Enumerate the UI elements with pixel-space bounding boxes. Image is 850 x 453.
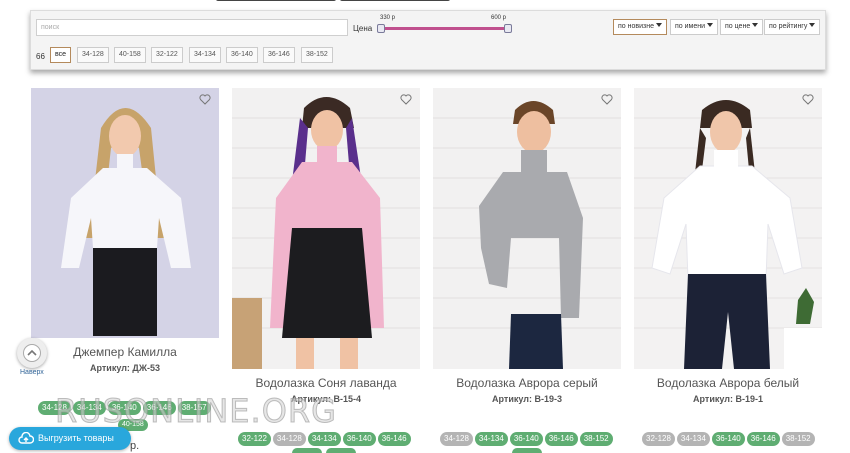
product-sizes: 32-128 34-134 36-140 36-146 38-152 xyxy=(642,432,815,446)
caret-down-icon xyxy=(707,23,714,27)
heart-icon[interactable] xyxy=(199,94,211,105)
size-filter-32-122[interactable]: 32-122 xyxy=(151,47,183,63)
filter-panel: Цена 330 р 600 р по новизне по имени по … xyxy=(30,10,826,70)
price-max-handle[interactable] xyxy=(504,24,512,33)
size-badge: 36-140 xyxy=(509,432,543,446)
size-badge: 34-128 xyxy=(272,432,306,446)
product-card[interactable]: Водолазка Аврора белый Артикул: В-19-1 3… xyxy=(634,88,822,453)
size-badge: 36-140 xyxy=(342,432,376,446)
export-products-button[interactable]: Выгрузить товары xyxy=(9,427,131,450)
size-badge: 38-152 xyxy=(781,432,815,446)
price-min-value: 330 р xyxy=(380,15,396,21)
chevron-up-icon xyxy=(23,344,41,362)
size-filter-40-158[interactable]: 40-158 xyxy=(114,47,146,63)
size-badge: 36-146 xyxy=(544,432,578,446)
sort-by-price[interactable]: по цене xyxy=(720,19,764,35)
product-sizes: 32-122 34-128 34-134 36-140 36-146 xyxy=(238,432,411,446)
product-sku: Артикул: В-19-1 xyxy=(693,394,763,404)
product-photo[interactable] xyxy=(232,88,420,369)
caret-down-icon xyxy=(752,23,759,27)
heart-icon[interactable] xyxy=(802,94,814,105)
size-badge: 34-128 xyxy=(440,432,473,446)
product-name[interactable]: Водолазка Соня лаванда xyxy=(232,376,420,390)
price-label: Цена xyxy=(353,24,373,33)
product-sizes: 34-128 34-134 36-140 36-146 38-152 xyxy=(440,432,613,446)
product-photo[interactable] xyxy=(634,88,822,369)
product-price: р. xyxy=(130,440,140,452)
sort-by-newest[interactable]: по новизне xyxy=(613,19,667,35)
back-to-top-label[interactable]: Наверх xyxy=(20,369,44,376)
size-filter-34-134[interactable]: 34-134 xyxy=(189,47,221,63)
sort-label: по цене xyxy=(725,23,751,30)
price-max-value: 600 р xyxy=(491,15,507,21)
caret-down-icon xyxy=(809,23,816,27)
size-badge: 34-134 xyxy=(474,432,508,446)
size-badge: 32-128 xyxy=(642,432,675,446)
export-products-label: Выгрузить товары xyxy=(38,433,114,443)
size-badge-partial xyxy=(512,448,542,453)
sort-label: по имени xyxy=(675,23,706,30)
size-badge-partial xyxy=(292,448,322,453)
cloud-upload-icon xyxy=(18,432,34,444)
size-filter-all[interactable]: все xyxy=(50,47,72,63)
price-track xyxy=(380,27,512,30)
product-name[interactable]: Водолазка Аврора серый xyxy=(433,376,621,390)
product-count: 66 xyxy=(36,52,45,61)
size-badge: 34-134 xyxy=(307,432,341,446)
size-filter-36-140[interactable]: 36-140 xyxy=(226,47,258,63)
product-sku: Артикул: ДЖ-53 xyxy=(90,363,160,373)
size-badge: 36-146 xyxy=(377,432,411,446)
size-filter-38-152[interactable]: 38-152 xyxy=(301,47,333,63)
sort-by-rating[interactable]: по рейтингу xyxy=(764,19,821,35)
sort-label: по рейтингу xyxy=(769,23,808,30)
heart-icon[interactable] xyxy=(400,94,412,105)
sort-by-name[interactable]: по имени xyxy=(670,19,719,35)
size-badge: 38-152 xyxy=(579,432,613,446)
size-badge: 32-122 xyxy=(238,432,271,446)
size-badge: 36-140 xyxy=(711,432,745,446)
product-card[interactable]: Водолазка Аврора серый Артикул: В-19-3 3… xyxy=(433,88,621,453)
size-badge: 36-146 xyxy=(746,432,780,446)
watermark: RUSONLINE.ORG xyxy=(55,392,337,431)
cut-off-header xyxy=(0,0,850,4)
catalog-page: Цена 330 р 600 р по новизне по имени по … xyxy=(0,0,850,453)
back-to-top-button[interactable] xyxy=(17,338,47,368)
size-filter-36-146[interactable]: 36-146 xyxy=(263,47,295,63)
size-badge-partial xyxy=(326,448,356,453)
heart-icon[interactable] xyxy=(601,94,613,105)
product-sku: Артикул: В-19-3 xyxy=(492,394,562,404)
sort-label: по новизне xyxy=(618,23,654,30)
size-badge: 34-134 xyxy=(676,432,710,446)
product-photo[interactable] xyxy=(31,88,219,338)
product-name[interactable]: Водолазка Аврора белый xyxy=(634,376,822,390)
price-slider[interactable]: 330 р 600 р xyxy=(377,14,512,36)
caret-down-icon xyxy=(655,23,662,27)
price-min-handle[interactable] xyxy=(377,24,385,33)
size-filter-34-128[interactable]: 34-128 xyxy=(77,47,109,63)
product-name[interactable]: Джемпер Камилла xyxy=(31,345,219,359)
product-photo[interactable] xyxy=(433,88,621,369)
search-input[interactable] xyxy=(36,19,348,36)
